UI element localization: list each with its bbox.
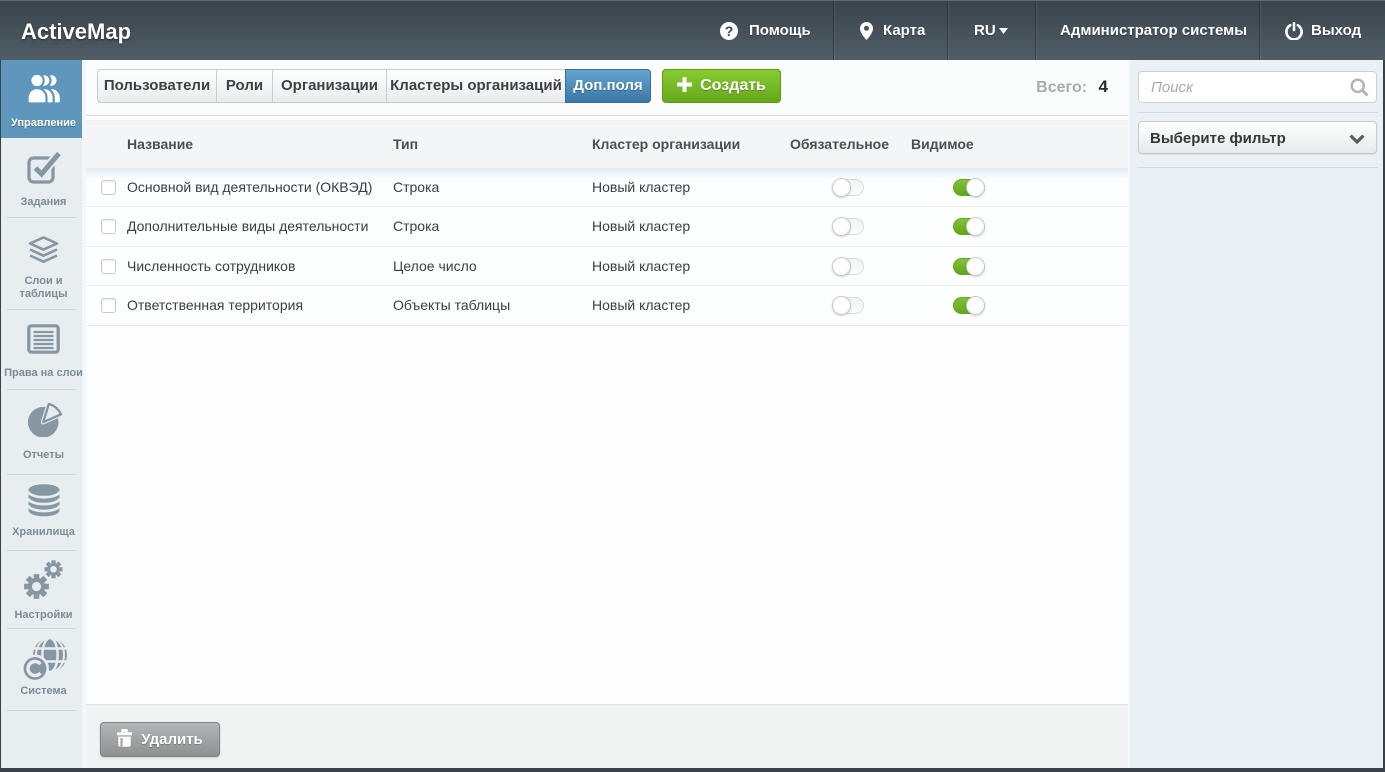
svg-text:?: ? <box>725 23 734 39</box>
